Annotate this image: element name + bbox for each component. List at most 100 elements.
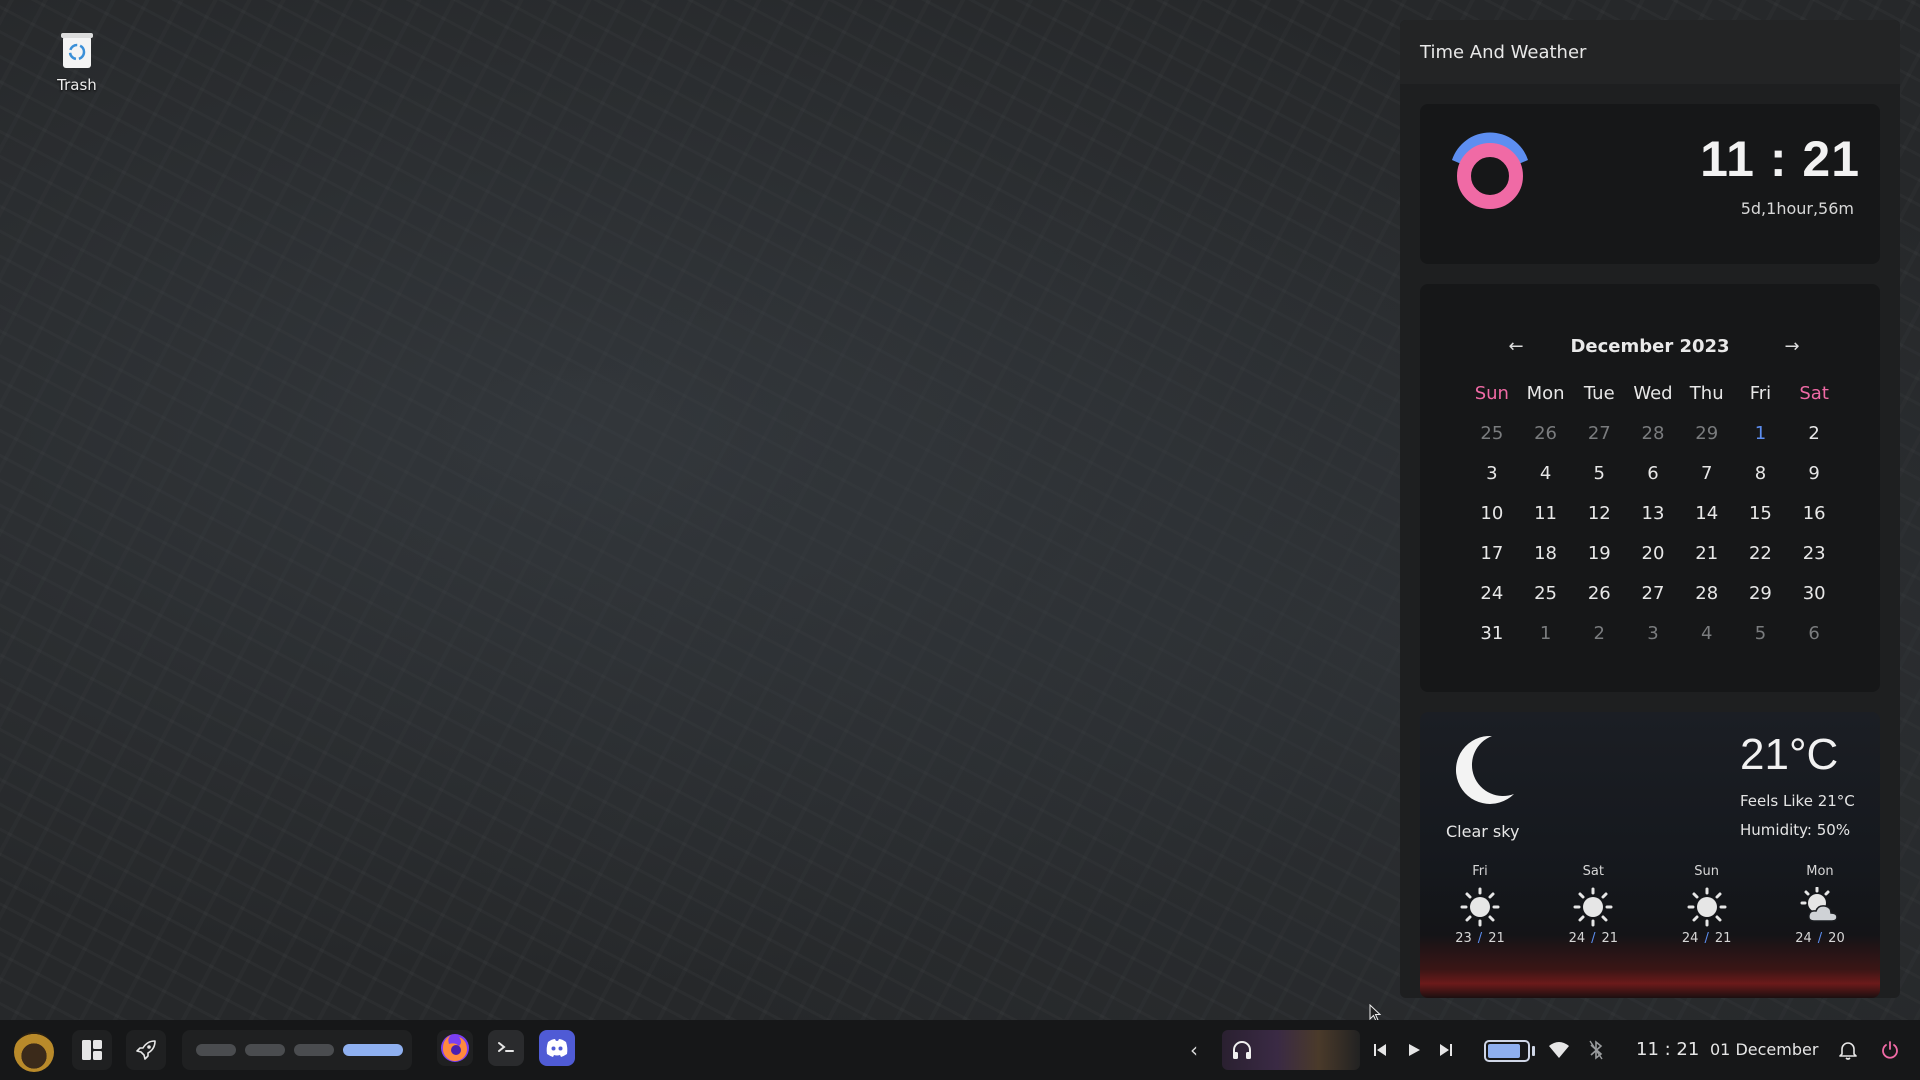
media-previous-button[interactable] <box>1368 1030 1392 1070</box>
calendar-day[interactable]: 20 <box>1626 534 1680 574</box>
firefox-button[interactable] <box>437 1030 473 1066</box>
calendar-day[interactable]: 26 <box>1519 414 1573 454</box>
notifications-button[interactable] <box>1830 1030 1866 1070</box>
calendar: ← December 2023 → Sun Mon Tue Wed Thu Fr… <box>1420 284 1880 692</box>
calendar-day[interactable]: 6 <box>1626 454 1680 494</box>
weekday-header: Tue <box>1583 383 1615 404</box>
weekday-header: Sat <box>1799 383 1829 404</box>
workspace-indicator-2[interactable] <box>245 1044 285 1056</box>
wifi-button[interactable] <box>1540 1030 1578 1070</box>
launcher-button[interactable] <box>126 1030 166 1070</box>
calendar-day[interactable]: 28 <box>1680 574 1734 614</box>
calendar-day[interactable]: 26 <box>1572 574 1626 614</box>
forecast-day-label: Sat <box>1582 864 1604 879</box>
arrow-right-icon: → <box>1784 336 1800 357</box>
forecast-day-label: Fri <box>1472 864 1488 879</box>
calendar-month-title: December 2023 <box>1570 336 1730 357</box>
discord-button[interactable] <box>539 1030 575 1066</box>
workspace-indicator-4[interactable] <box>343 1044 403 1056</box>
calendar-day[interactable]: 21 <box>1680 534 1734 574</box>
moon-icon <box>1455 735 1514 804</box>
calendar-day[interactable]: 10 <box>1465 494 1519 534</box>
calendar-day[interactable]: 5 <box>1572 454 1626 494</box>
headphones-button[interactable] <box>1222 1030 1262 1070</box>
calendar-day[interactable]: 5 <box>1734 614 1788 654</box>
layout-button[interactable] <box>72 1030 112 1070</box>
time-weather-panel: Time And Weather 11 : 21 5d,1hour,56m ← … <box>1400 20 1900 998</box>
tray-expand-button[interactable]: ‹ <box>1180 1030 1208 1070</box>
calendar-day[interactable]: 13 <box>1626 494 1680 534</box>
calendar-day[interactable]: 29 <box>1680 414 1734 454</box>
taskbar: ‹ 11 : 21 01 December <box>0 1020 1920 1080</box>
calendar-day[interactable]: 25 <box>1465 414 1519 454</box>
calendar-day[interactable]: 3 <box>1465 454 1519 494</box>
headphones-icon <box>1233 1041 1251 1059</box>
workspace-indicator-3[interactable] <box>294 1044 334 1056</box>
forecast-day: Sun 24 / 21 <box>1667 864 1747 946</box>
calendar-day[interactable]: 8 <box>1734 454 1788 494</box>
forecast-high: 23 <box>1455 931 1472 946</box>
calendar-next-button[interactable]: → <box>1778 332 1806 362</box>
calendar-day[interactable]: 16 <box>1787 494 1841 534</box>
temp-separator: / <box>1704 931 1709 946</box>
terminal-button[interactable] <box>488 1030 524 1066</box>
rocket-icon <box>136 1040 156 1060</box>
calendar-day[interactable]: 31 <box>1465 614 1519 654</box>
forecast-day: Mon 24 / 20 <box>1780 864 1860 946</box>
calendar-day[interactable]: 2 <box>1787 414 1841 454</box>
next-icon <box>1440 1044 1452 1056</box>
chevron-left-icon: ‹ <box>1190 1038 1198 1062</box>
wifi-icon <box>1549 1042 1569 1058</box>
calendar-day[interactable]: 27 <box>1572 414 1626 454</box>
calendar-day[interactable]: 24 <box>1465 574 1519 614</box>
calendar-day[interactable]: 3 <box>1626 614 1680 654</box>
feels-like: Feels Like 21°C <box>1740 792 1855 810</box>
forecast-temp: 24 / 21 <box>1667 931 1747 946</box>
desktop-icon-trash[interactable]: Trash <box>40 30 114 94</box>
clock-time: 11 : 21 <box>1700 131 1860 187</box>
calendar-day[interactable]: 28 <box>1626 414 1680 454</box>
calendar-day[interactable]: 23 <box>1787 534 1841 574</box>
forecast-day: Sat 24 / 21 <box>1553 864 1633 946</box>
uptime-ring-icon <box>1452 132 1528 209</box>
calendar-day[interactable]: 22 <box>1734 534 1788 574</box>
calendar-day[interactable]: 12 <box>1572 494 1626 534</box>
power-button[interactable] <box>1872 1030 1908 1070</box>
calendar-day[interactable]: 9 <box>1787 454 1841 494</box>
weekday-header: Mon <box>1526 383 1565 404</box>
calendar-day[interactable]: 25 <box>1519 574 1573 614</box>
battery-indicator[interactable] <box>1484 1040 1530 1062</box>
calendar-day[interactable]: 15 <box>1734 494 1788 534</box>
taskbar-date[interactable]: 01 December <box>1710 1020 1818 1080</box>
weekday-header: Thu <box>1689 383 1724 404</box>
battery-tip <box>1532 1046 1535 1056</box>
calendar-day[interactable]: 30 <box>1787 574 1841 614</box>
calendar-day[interactable]: 11 <box>1519 494 1573 534</box>
calendar-day[interactable]: 2 <box>1572 614 1626 654</box>
forecast-low: 20 <box>1828 931 1845 946</box>
bluetooth-button[interactable] <box>1580 1030 1612 1070</box>
calendar-day[interactable]: 7 <box>1680 454 1734 494</box>
calendar-day[interactable]: 17 <box>1465 534 1519 574</box>
uptime-text: 5d,1hour,56m <box>1740 199 1854 218</box>
forecast-temp: 23 / 21 <box>1440 931 1520 946</box>
calendar-day[interactable]: 4 <box>1680 614 1734 654</box>
calendar-day[interactable]: 4 <box>1519 454 1573 494</box>
calendar-day[interactable]: 6 <box>1787 614 1841 654</box>
clock-card: 11 : 21 5d,1hour,56m <box>1420 104 1880 264</box>
calendar-day[interactable]: 14 <box>1680 494 1734 534</box>
calendar-day[interactable]: 19 <box>1572 534 1626 574</box>
taskbar-time[interactable]: 11 : 21 <box>1636 1020 1699 1080</box>
weekday-header: Fri <box>1749 383 1772 404</box>
forecast-low: 21 <box>1714 931 1732 946</box>
calendar-day[interactable]: 27 <box>1626 574 1680 614</box>
media-next-button[interactable] <box>1434 1030 1458 1070</box>
avatar[interactable] <box>14 1032 54 1072</box>
calendar-day[interactable]: 29 <box>1734 574 1788 614</box>
calendar-day[interactable]: 1 <box>1734 414 1788 454</box>
workspace-indicator-1[interactable] <box>196 1044 236 1056</box>
calendar-day[interactable]: 1 <box>1519 614 1573 654</box>
layout-icon <box>82 1040 102 1060</box>
calendar-day[interactable]: 18 <box>1519 534 1573 574</box>
media-play-button[interactable] <box>1402 1030 1426 1070</box>
